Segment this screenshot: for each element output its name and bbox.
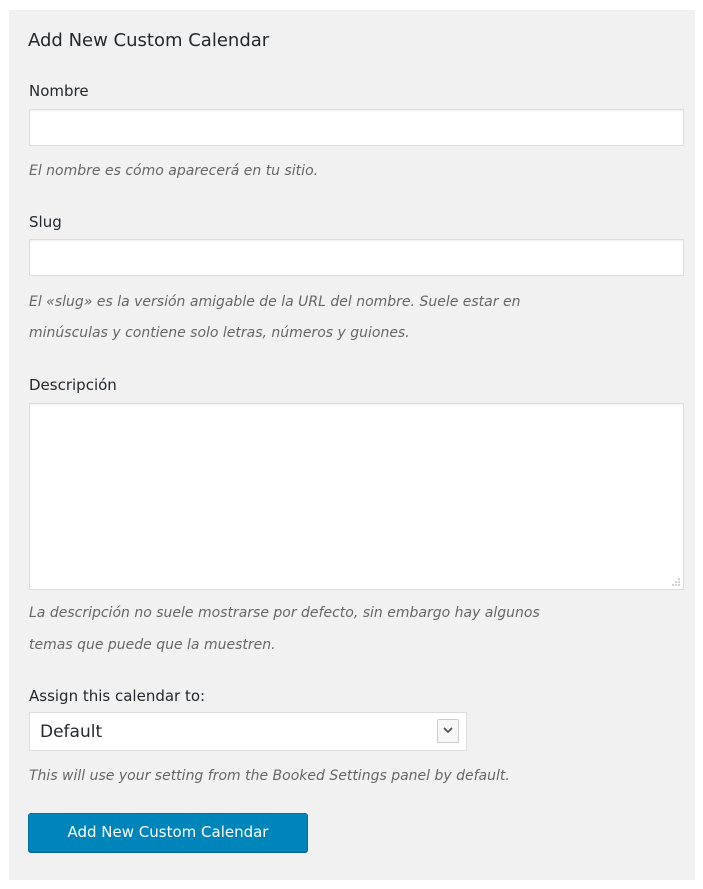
assign-calendar-selected-value: Default [40,722,103,742]
chevron-down-icon[interactable] [437,719,459,743]
slug-label: Slug [29,213,62,231]
add-new-custom-calendar-button[interactable]: Add New Custom Calendar [28,813,308,852]
resize-handle-icon[interactable] [672,578,680,586]
add-calendar-form-panel: Add New Custom Calendar Nombre El nombre… [9,10,695,880]
description-help-text-line-1: La descripción no suele mostrarse por de… [29,605,540,621]
assign-calendar-help-text: This will use your setting from the Book… [29,768,510,784]
slug-help-text-line-2: minúsculas y contiene solo letras, númer… [29,325,410,341]
slug-input[interactable] [29,239,684,276]
assign-calendar-label: Assign this calendar to: [29,687,206,705]
name-help-text: El nombre es cómo aparecerá en tu sitio. [29,163,319,179]
name-input[interactable] [29,109,684,146]
description-textarea[interactable] [29,403,684,590]
form-title: Add New Custom Calendar [28,30,270,51]
slug-help-text-line-1: El «slug» es la versión amigable de la U… [29,294,521,310]
description-help-text-line-2: temas que puede que la muestren. [29,637,276,653]
description-label: Descripción [29,376,117,394]
assign-calendar-select[interactable]: Default [29,712,467,751]
name-label: Nombre [29,82,89,100]
